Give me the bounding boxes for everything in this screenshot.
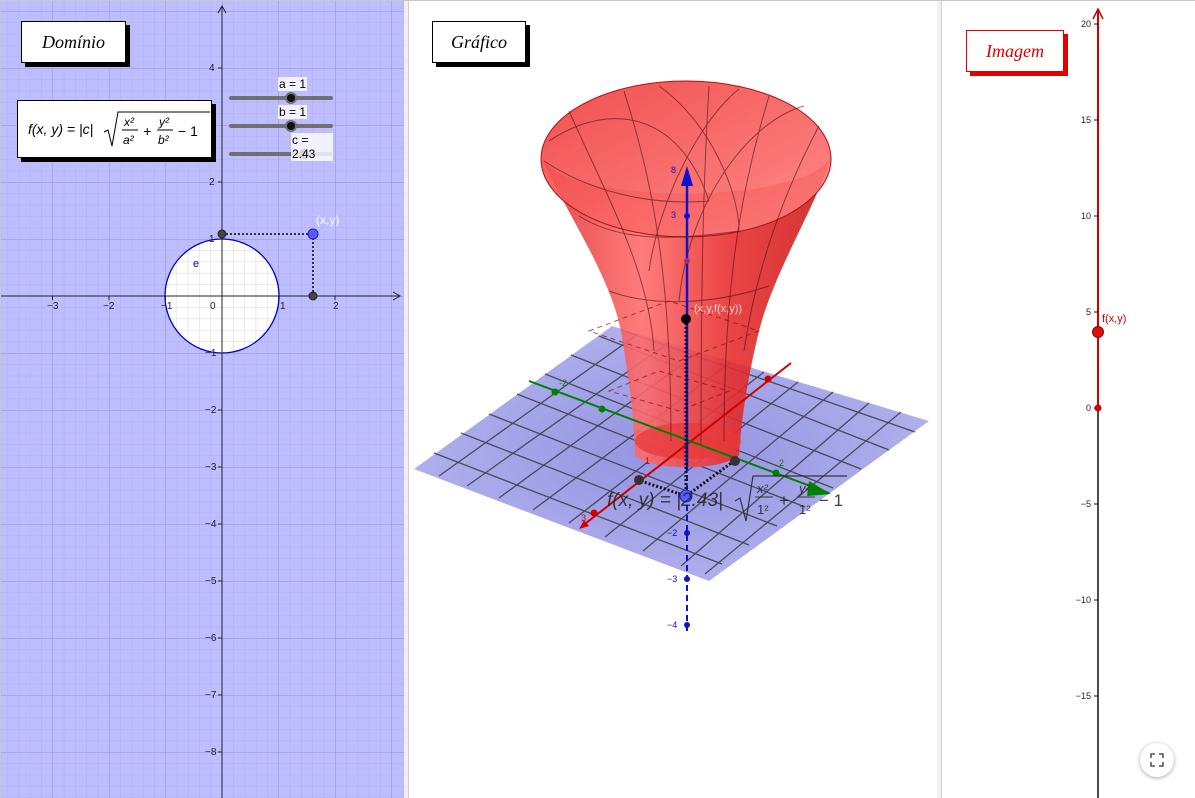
y-tick: 1 [209,234,215,245]
svg-text:3: 3 [671,210,676,220]
slider-b[interactable]: b = 1 [229,105,333,132]
x-tick: −1 [161,301,173,312]
x-tick: −2 [103,301,115,312]
image-panel: 20 15 10 5 0 −5 −10 −15 f(x,y) Imagem [941,1,1195,798]
x-tick: 2 [333,301,339,312]
slider-c-label: c = 2.43 [291,133,333,161]
image-tick: 10 [1081,211,1091,221]
graph-3d-view[interactable]: 3 1 -2 2 8 3 −2 −3 −4 (x,y,f(x,y)) f(x, … [409,1,938,798]
image-title: Imagem [966,30,1064,72]
svg-text:b²: b² [158,133,170,147]
graph-title: Gráfico [432,21,526,63]
svg-text:1: 1 [645,456,650,466]
y-tick: −7 [205,690,217,701]
y-tick: 2 [209,177,215,188]
svg-text:x²: x² [123,115,135,129]
x-tick: −3 [47,301,59,312]
svg-text:-2: -2 [559,378,567,388]
y-tick: 4 [209,63,215,74]
svg-text:y²: y² [158,115,170,129]
svg-text:−4: −4 [667,620,677,630]
image-tick: 15 [1081,115,1091,125]
slider-c[interactable]: c = 2.43 [229,133,333,161]
geogebra-app: −3 −2 −1 0 1 2 4 2 1 −1 −2 −3 −4 −5 −6 −… [0,0,1195,798]
image-tick: 20 [1081,19,1091,29]
svg-text:y²: y² [798,481,811,496]
xy-point[interactable] [307,228,319,240]
svg-text:a²: a² [123,133,135,147]
domain-panel: −3 −2 −1 0 1 2 4 2 1 −1 −2 −3 −4 −5 −6 −… [1,1,404,798]
x-tick: 0 [210,301,216,312]
xy-point-label: (x,y) [316,213,339,227]
graph-3d-panel: 3 1 -2 2 8 3 −2 −3 −4 (x,y,f(x,y)) f(x, … [408,1,938,798]
image-tick: −5 [1081,499,1091,509]
function-formula: f(x, y) = |c| x² a² + y² b² − 1 [17,100,212,158]
y-projection-point [217,229,227,239]
image-tick: 0 [1086,403,1091,413]
y-tick: −1 [205,348,217,359]
svg-text:x²: x² [756,481,769,496]
slider-b-track[interactable] [229,124,333,128]
svg-text:− 1: − 1 [178,123,198,139]
image-tick: −10 [1076,595,1091,605]
fullscreen-button[interactable] [1140,743,1174,777]
svg-text:2: 2 [779,458,784,468]
surface-point[interactable] [681,314,691,324]
fullscreen-icon [1150,753,1164,767]
domain-title: Domínio [21,21,126,63]
svg-text:f(x, y) = |c|: f(x, y) = |c| [28,121,93,137]
x-projection-point-3d [634,475,644,485]
svg-text:− 1: − 1 [819,491,843,510]
fxy-label: f(x,y) [1102,313,1126,325]
y-tick: −3 [205,462,217,473]
slider-a-label: a = 1 [278,77,308,91]
image-tick: −15 [1076,691,1091,701]
svg-text:−2: −2 [667,528,677,538]
svg-text:+: + [143,123,151,139]
surface-point-label: (x,y,f(x,y)) [694,303,742,315]
circle-label: e [193,258,199,270]
image-axis-view[interactable]: 20 15 10 5 0 −5 −10 −15 f(x,y) [942,1,1195,798]
y-tick: −8 [205,747,217,758]
slider-a-knob[interactable] [285,92,297,104]
y-tick: −2 [205,405,217,416]
svg-text:+: + [779,491,789,510]
fxy-point[interactable] [1092,326,1104,338]
slider-a[interactable]: a = 1 [229,77,333,104]
svg-text:−3: −3 [667,574,677,584]
slider-a-track[interactable] [229,96,333,100]
svg-text:3: 3 [581,513,586,523]
slider-b-label: b = 1 [278,105,308,119]
image-min-point [1094,404,1102,412]
x-tick: 1 [280,301,286,312]
svg-text:1²: 1² [757,502,769,517]
y-projection-point-3d [730,456,740,466]
x-projection-point [308,291,318,301]
slider-b-knob[interactable] [285,120,297,132]
image-tick: 5 [1086,307,1091,317]
svg-text:f(x, y) = |2.43|: f(x, y) = |2.43| [607,490,723,511]
y-tick: −4 [205,519,217,530]
svg-text:1²: 1² [799,502,811,517]
y-tick: −5 [205,576,217,587]
formula-render: f(x, y) = |c| x² a² + y² b² − 1 [28,111,210,147]
svg-text:8: 8 [671,165,676,175]
y-tick: −6 [205,633,217,644]
